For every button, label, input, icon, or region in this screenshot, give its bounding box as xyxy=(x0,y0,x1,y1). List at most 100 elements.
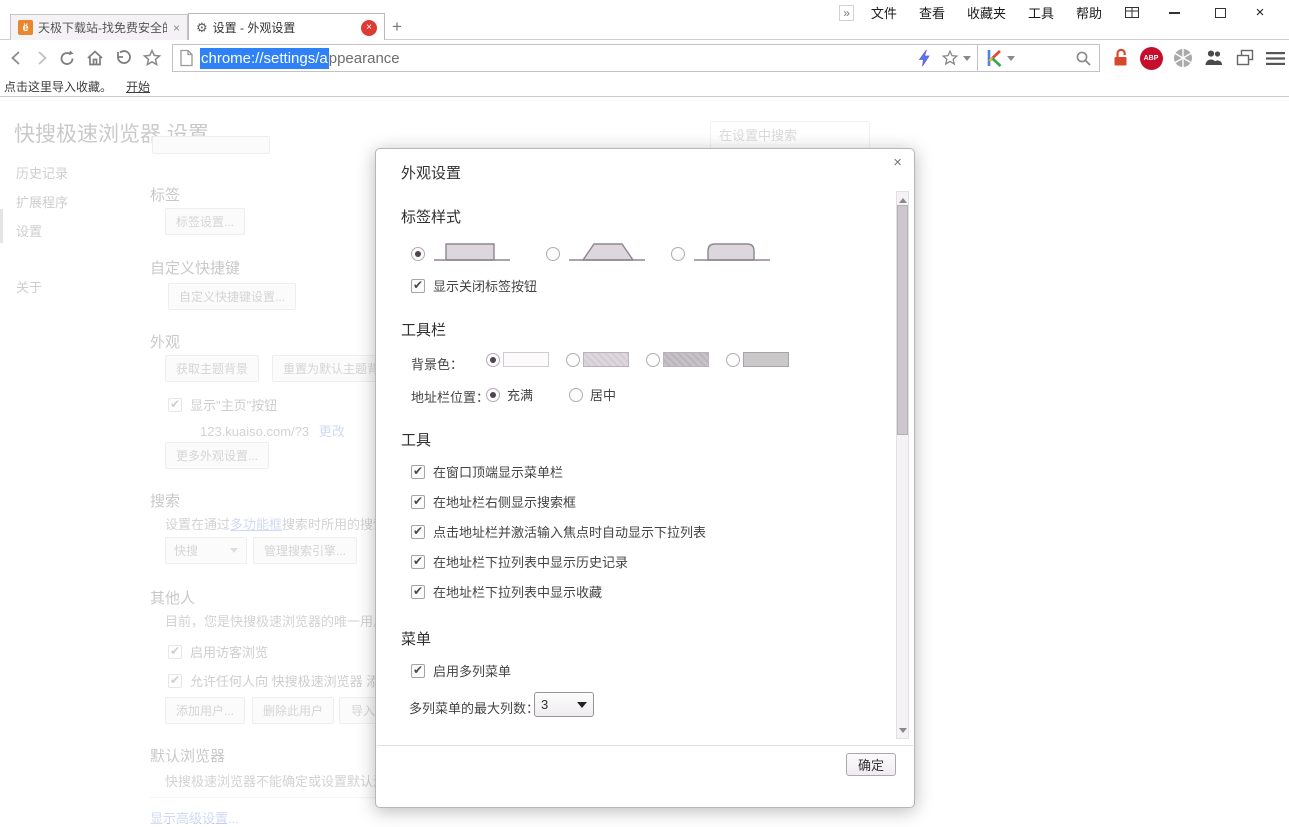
adblock-abp-icon[interactable]: ABP xyxy=(1138,45,1164,71)
tools-option-row: 在地址栏下拉列表中显示收藏 xyxy=(411,582,602,601)
address-fill-option[interactable]: 充满 xyxy=(486,385,533,404)
appearance-settings-dialog: 外观设置 × 标签样式 显示关闭标签按钮 工具栏 背景色： 地址栏位置： xyxy=(375,148,915,808)
import-bookmarks-hint[interactable]: 点击这里导入收藏。 xyxy=(4,78,112,95)
new-tab-button[interactable]: + xyxy=(392,17,402,37)
undo-icon[interactable] xyxy=(110,45,136,71)
radio-unselected[interactable] xyxy=(671,247,685,261)
toolbar-heading: 工具栏 xyxy=(401,319,446,340)
radio-unselected[interactable] xyxy=(726,353,740,367)
maximize-button[interactable] xyxy=(1209,8,1231,18)
tab-title: 设置 - 外观设置 xyxy=(213,19,353,36)
tianji-favicon: ë xyxy=(18,20,33,35)
menu-bar: » 文件 查看 收藏夹 工具 帮助 × xyxy=(839,3,1277,22)
menu-view[interactable]: 查看 xyxy=(919,3,945,22)
radio-label: 充满 xyxy=(507,385,533,404)
select-caret-icon xyxy=(577,702,587,708)
show-searchbox-checkbox[interactable] xyxy=(411,495,425,509)
tools-option-row: 点击地址栏并激活输入焦点时自动显示下拉列表 xyxy=(411,522,706,541)
background-color-label: 背景色： xyxy=(411,354,463,373)
radio-unselected[interactable] xyxy=(569,388,583,402)
radio-unselected[interactable] xyxy=(646,353,660,367)
search-icon[interactable] xyxy=(1075,50,1092,67)
overflow-icon[interactable]: » xyxy=(839,5,854,21)
window-close-button[interactable]: × xyxy=(1249,4,1271,21)
checkbox-label: 在地址栏下拉列表中显示历史记录 xyxy=(433,552,628,571)
layout-grid-icon[interactable] xyxy=(1121,7,1143,18)
multi-column-menu-checkbox[interactable] xyxy=(411,664,425,678)
dropdown-favorites-checkbox[interactable] xyxy=(411,585,425,599)
shutter-icon[interactable] xyxy=(1170,45,1196,71)
titlebar: ë 天极下载站-找免费安全的 × ⚙ 设置 - 外观设置 × + » 文件 查看… xyxy=(0,0,1289,40)
tab-settings-appearance[interactable]: ⚙ 设置 - 外观设置 × xyxy=(188,13,385,41)
checkbox-label: 在窗口顶端显示菜单栏 xyxy=(433,462,563,481)
menu-help[interactable]: 帮助 xyxy=(1076,3,1102,22)
bg-color-white-option[interactable] xyxy=(486,352,549,367)
menu-favorites[interactable]: 收藏夹 xyxy=(967,3,1006,22)
dialog-scrollbar[interactable] xyxy=(896,191,909,739)
hamburger-menu-icon[interactable] xyxy=(1262,45,1288,71)
refresh-icon[interactable] xyxy=(54,45,80,71)
tools-heading: 工具 xyxy=(401,429,431,450)
star-dropdown-caret-icon[interactable] xyxy=(963,56,971,61)
checkbox-label: 点击地址栏并激活输入焦点时自动显示下拉列表 xyxy=(433,522,706,541)
lightning-icon[interactable] xyxy=(917,49,931,67)
address-center-option[interactable]: 居中 xyxy=(569,385,616,404)
radio-label: 居中 xyxy=(590,385,616,404)
tab-style-trapezoid-option[interactable] xyxy=(546,239,647,268)
radio-unselected[interactable] xyxy=(546,247,560,261)
dialog-footer-divider xyxy=(377,745,913,746)
checkbox-label: 启用多列菜单 xyxy=(433,661,511,680)
tab-tianji[interactable]: ë 天极下载站-找免费安全的 × xyxy=(10,14,188,40)
dialog-title: 外观设置 xyxy=(401,162,461,183)
menu-heading: 菜单 xyxy=(401,628,431,649)
users-icon[interactable] xyxy=(1202,45,1228,71)
color-swatch-gray xyxy=(743,352,789,367)
tab-close-icon[interactable]: × xyxy=(173,21,180,35)
max-columns-value: 3 xyxy=(541,697,548,712)
bg-color-texture2-option[interactable] xyxy=(646,352,709,367)
search-engine-box[interactable] xyxy=(977,44,1100,72)
favorite-star-icon[interactable] xyxy=(941,49,971,67)
cascade-windows-icon[interactable] xyxy=(1232,45,1258,71)
minimize-button[interactable] xyxy=(1163,12,1185,14)
url-selected-text: chrome://settings/a xyxy=(200,48,329,69)
tab-close-icon[interactable]: × xyxy=(361,20,377,36)
menu-file[interactable]: 文件 xyxy=(871,3,897,22)
checkbox-label: 在地址栏右侧显示搜索框 xyxy=(433,492,576,511)
search-engine-k-icon xyxy=(985,48,1003,68)
radio-selected[interactable] xyxy=(486,388,500,402)
auto-dropdown-checkbox[interactable] xyxy=(411,525,425,539)
menu-tools[interactable]: 工具 xyxy=(1028,3,1054,22)
tab-style-rounded-option[interactable] xyxy=(671,239,772,268)
bg-color-texture1-option[interactable] xyxy=(566,352,629,367)
tools-option-row: 在窗口顶端显示菜单栏 xyxy=(411,462,563,481)
show-menubar-checkbox[interactable] xyxy=(411,465,425,479)
unlock-icon[interactable] xyxy=(1108,45,1134,71)
radio-selected[interactable] xyxy=(411,247,425,261)
scroll-down-icon[interactable] xyxy=(897,723,908,737)
multi-column-menu-row: 启用多列菜单 xyxy=(411,661,511,680)
engine-dropdown-caret-icon[interactable] xyxy=(1007,56,1015,61)
bg-color-gray-option[interactable] xyxy=(726,352,789,367)
color-swatch-texture1 xyxy=(583,352,629,367)
bookmark-star-icon[interactable] xyxy=(139,45,165,71)
dropdown-history-checkbox[interactable] xyxy=(411,555,425,569)
bookmark-item-start[interactable]: 开始 xyxy=(126,78,150,95)
dialog-close-icon[interactable]: × xyxy=(893,154,902,171)
radio-selected[interactable] xyxy=(486,353,500,367)
tools-option-row: 在地址栏下拉列表中显示历史记录 xyxy=(411,552,628,571)
ok-button[interactable]: 确定 xyxy=(846,753,896,776)
max-columns-select[interactable]: 3 xyxy=(534,692,594,717)
radio-unselected[interactable] xyxy=(566,353,580,367)
scrollbar-thumb[interactable] xyxy=(897,205,908,435)
tab-style-square-option[interactable] xyxy=(411,239,512,268)
show-close-tab-checkbox[interactable] xyxy=(411,279,425,293)
back-icon[interactable] xyxy=(4,45,30,71)
forward-icon[interactable] xyxy=(28,45,54,71)
show-close-tab-row: 显示关闭标签按钮 xyxy=(411,276,537,295)
navigation-bar: chrome://settings/a ppearance ABP xyxy=(0,40,1289,76)
tab-style-heading: 标签样式 xyxy=(401,206,461,227)
gear-icon: ⚙ xyxy=(196,20,208,36)
home-icon[interactable] xyxy=(82,45,108,71)
address-bar[interactable]: chrome://settings/a ppearance xyxy=(172,44,978,72)
